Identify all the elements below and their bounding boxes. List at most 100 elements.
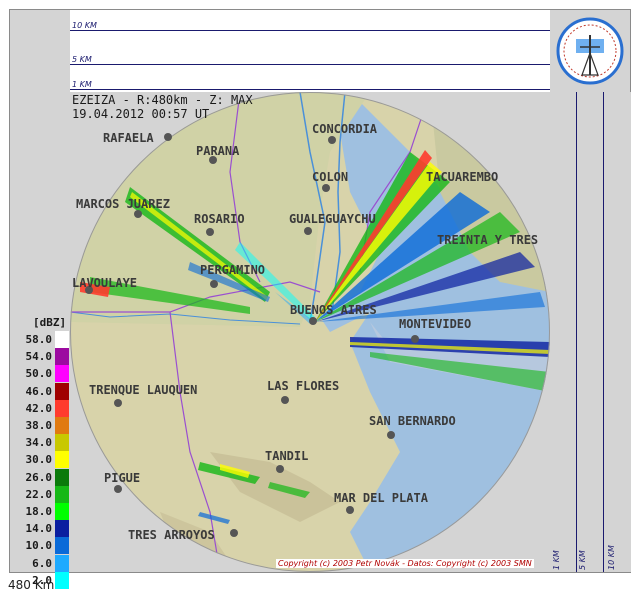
- legend-value-label: 34.0: [25, 436, 53, 450]
- legend-value-label: 50.0: [25, 367, 53, 381]
- legend-color-swatch: [55, 468, 69, 486]
- city-marker: [309, 317, 317, 325]
- legend-value-label: 18.0: [25, 505, 53, 518]
- city-label-treinta-y-tres: TREINTA Y TRES: [437, 233, 538, 247]
- legend-row: 50.0: [20, 365, 70, 383]
- legend-color-swatch: [55, 485, 69, 503]
- altitude-line-1km: [70, 89, 550, 90]
- city-label-montevideo: MONTEVIDEO: [399, 317, 471, 331]
- legend-value-label: 6.0: [32, 556, 52, 570]
- city-marker: [230, 529, 238, 537]
- radar-station-info: EZEIZA - R:480km - Z: MAX: [72, 93, 253, 107]
- legend-color-swatch: [55, 365, 69, 383]
- city-label-san-bernardo: SAN BERNARDO: [369, 414, 456, 428]
- city-marker: [346, 506, 354, 514]
- radar-map: RAFAELA PARANA CONCORDIA COLON TACUAREMB…: [70, 92, 550, 572]
- city-label-las-flores: LAS FLORES: [267, 379, 339, 393]
- legend-row: 38.0: [20, 417, 70, 434]
- range-label: 480 Km: [8, 578, 55, 592]
- legend-value-label: 14.0: [25, 522, 53, 536]
- city-marker: [322, 184, 330, 192]
- city-marker: [114, 485, 122, 493]
- legend-value-label: 22.0: [25, 487, 53, 501]
- city-label-tres-arroyos: TRES ARROYOS: [128, 528, 215, 542]
- city-label-tacuarembo: TACUAREMBO: [426, 170, 498, 184]
- legend-color-swatch: [55, 554, 69, 572]
- altitude-label-5km: 5 KM: [72, 55, 92, 64]
- legend-color-swatch: [55, 451, 69, 469]
- city-marker: [281, 396, 289, 404]
- city-label-rafaela: RAFAELA: [103, 131, 154, 145]
- altitude-line-5km: [70, 64, 550, 65]
- legend-row: 22.0: [20, 485, 70, 503]
- legend-row: 54.0: [20, 348, 70, 366]
- city-label-marcos-juarez: MARCOS JUAREZ: [76, 197, 170, 211]
- side-line-5km: [603, 92, 604, 572]
- legend-color-swatch: [55, 417, 69, 434]
- legend-value-label: 26.0: [25, 470, 53, 484]
- city-label-lavoulaye: LAVOULAYE: [72, 276, 137, 290]
- legend-color-swatch: [55, 331, 69, 348]
- legend-value-label: 10.0: [25, 539, 53, 553]
- city-marker: [134, 210, 142, 218]
- altitude-panel: [70, 10, 550, 92]
- city-label-concordia: CONCORDIA: [312, 122, 378, 136]
- city-label-rosario: ROSARIO: [194, 212, 245, 226]
- side-altitude-panel: [550, 92, 631, 572]
- city-marker: [210, 280, 218, 288]
- city-marker: [304, 227, 312, 235]
- city-label-gualeguaychu: GUALEGUAYCHU: [289, 212, 376, 226]
- legend-row: 18.0: [20, 503, 70, 520]
- legend-row: 34.0: [20, 434, 70, 452]
- legend-row: 10.0: [20, 537, 70, 555]
- city-label-tandil: TANDIL: [265, 449, 308, 463]
- city-marker: [411, 335, 419, 343]
- side-label-10km: 10 KM: [607, 545, 616, 570]
- legend-color-swatch: [55, 571, 69, 589]
- altitude-label-10km: 10 KM: [72, 21, 97, 30]
- legend-row: 30.0: [20, 451, 70, 469]
- legend-value-label: 38.0: [25, 419, 53, 432]
- radar-timestamp: 19.04.2012 00:57 UT: [72, 107, 210, 121]
- smn-logo: [556, 17, 624, 85]
- legend-value-label: 46.0: [25, 384, 53, 398]
- side-line-1km: [576, 92, 577, 572]
- legend-value-label: 30.0: [25, 453, 53, 467]
- city-marker: [387, 431, 395, 439]
- legend-color-swatch: [55, 434, 69, 452]
- side-label-5km: 5 KM: [578, 550, 587, 570]
- legend-color-swatch: [55, 382, 69, 400]
- legend-row: 42.0: [20, 399, 70, 417]
- legend-row: 14.0: [20, 520, 70, 538]
- legend-row: 46.0: [20, 382, 70, 400]
- city-marker: [164, 133, 172, 141]
- legend-color-swatch: [55, 537, 69, 555]
- legend-value-label: 58.0: [25, 333, 53, 346]
- legend-row: 26.0: [20, 468, 70, 486]
- legend-title: [dBZ]: [33, 316, 67, 329]
- legend-row: 6.0: [20, 554, 70, 572]
- city-label-trenque-lauquen: TRENQUE LAUQUEN: [89, 383, 197, 397]
- legend-color-swatch: [55, 348, 69, 366]
- city-label-pigue: PIGUE: [104, 471, 140, 485]
- legend-value-label: 42.0: [25, 401, 53, 415]
- city-label-parana: PARANA: [196, 144, 240, 158]
- legend-color-swatch: [55, 399, 69, 417]
- legend-value-label: 54.0: [25, 350, 53, 364]
- altitude-line-10km: [70, 30, 550, 31]
- copyright-notice: Copyright (c) 2003 Petr Novák - Datos: C…: [276, 559, 534, 568]
- city-marker: [276, 465, 284, 473]
- city-label-mar-del-plata: MAR DEL PLATA: [334, 491, 429, 505]
- city-label-pergamino: PERGAMINO: [200, 263, 265, 277]
- radar-header: EZEIZA - R:480km - Z: MAX 19.04.2012 00:…: [72, 93, 253, 121]
- city-marker: [328, 136, 336, 144]
- city-marker: [114, 399, 122, 407]
- legend-color-swatch: [55, 520, 69, 538]
- legend-row: 58.0: [20, 331, 70, 348]
- altitude-label-1km: 1 KM: [72, 80, 92, 89]
- legend-color-swatch: [55, 503, 69, 520]
- city-label-colon: COLON: [312, 170, 348, 184]
- side-label-1km: 1 KM: [552, 550, 561, 570]
- city-marker: [206, 228, 214, 236]
- city-label-buenos-aires: BUENOS AIRES: [290, 303, 377, 317]
